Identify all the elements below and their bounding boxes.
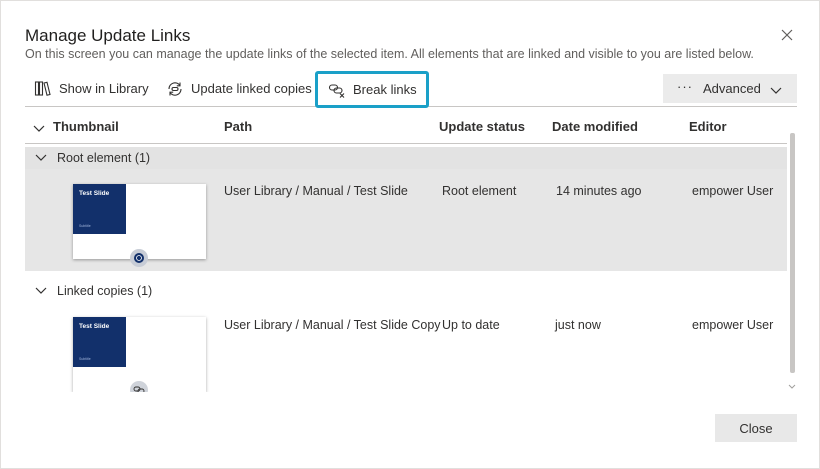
column-header-thumbnail[interactable]: Thumbnail: [53, 119, 119, 134]
row-status: Up to date: [442, 318, 500, 332]
column-header-update-status[interactable]: Update status: [439, 119, 525, 134]
column-header-editor[interactable]: Editor: [689, 119, 727, 134]
scroll-down-icon[interactable]: [788, 384, 796, 390]
more-icon: ···: [677, 79, 693, 94]
thumbnail-subtitle: Subtitle: [79, 224, 91, 228]
advanced-label: Advanced: [703, 81, 761, 96]
row-status: Root element: [442, 184, 517, 198]
dialog-subtitle: On this screen you can manage the update…: [25, 47, 754, 61]
slide-thumbnail: Test Slide Subtitle: [73, 184, 206, 267]
sync-link-icon: [165, 80, 185, 98]
row-editor: empower User: [692, 318, 774, 332]
update-linked-copies-label: Update linked copies: [191, 81, 312, 96]
thumbnail-subtitle: Subtitle: [79, 357, 91, 361]
close-icon[interactable]: [777, 25, 797, 45]
table-row[interactable]: Test Slide Subtitle User Library / Manua…: [25, 304, 787, 392]
chevron-down-icon: [770, 83, 782, 98]
unlink-icon: [327, 81, 347, 99]
scrollbar-thumb[interactable]: [790, 133, 795, 373]
group-header-linked-copies[interactable]: Linked copies (1): [25, 280, 787, 302]
toolbar: Show in Library Update linked copies Bre…: [25, 71, 797, 108]
group-label: Linked copies (1): [57, 284, 153, 298]
row-path: User Library / Manual / Test Slide Copy: [224, 318, 441, 332]
manage-update-links-dialog: Manage Update Links On this screen you c…: [0, 0, 820, 469]
root-badge-icon: [130, 249, 148, 267]
library-icon: [33, 80, 53, 98]
advanced-dropdown[interactable]: ··· Advanced: [663, 74, 797, 103]
chevron-down-icon: [35, 284, 47, 298]
slide-thumbnail: Test Slide Subtitle: [73, 317, 206, 392]
collapse-all-icon[interactable]: [33, 121, 45, 136]
group-header-root-element[interactable]: Root element (1): [25, 147, 787, 169]
close-button[interactable]: Close: [715, 414, 797, 442]
show-in-library-button[interactable]: Show in Library: [27, 73, 155, 104]
row-path: User Library / Manual / Test Slide: [224, 184, 408, 198]
column-header-path[interactable]: Path: [224, 119, 252, 134]
table-header: Thumbnail Path Update status Date modifi…: [25, 109, 787, 144]
row-editor: empower User: [692, 184, 774, 198]
break-links-button[interactable]: Break links: [315, 71, 429, 108]
link-badge-icon: [130, 381, 148, 392]
thumbnail-title: Test Slide: [79, 323, 110, 330]
group-label: Root element (1): [57, 151, 151, 165]
show-in-library-label: Show in Library: [59, 81, 149, 96]
vertical-scrollbar[interactable]: [787, 129, 797, 391]
chevron-down-icon: [35, 151, 47, 165]
dialog-title: Manage Update Links: [25, 26, 191, 45]
row-date: 14 minutes ago: [556, 184, 642, 198]
break-links-label: Break links: [353, 82, 417, 97]
update-linked-copies-button[interactable]: Update linked copies: [159, 73, 318, 104]
column-header-date-modified[interactable]: Date modified: [552, 119, 638, 134]
thumbnail-title: Test Slide: [79, 190, 110, 197]
table-row[interactable]: Test Slide Subtitle User Library / Manua…: [25, 169, 787, 271]
row-date: just now: [555, 318, 601, 332]
